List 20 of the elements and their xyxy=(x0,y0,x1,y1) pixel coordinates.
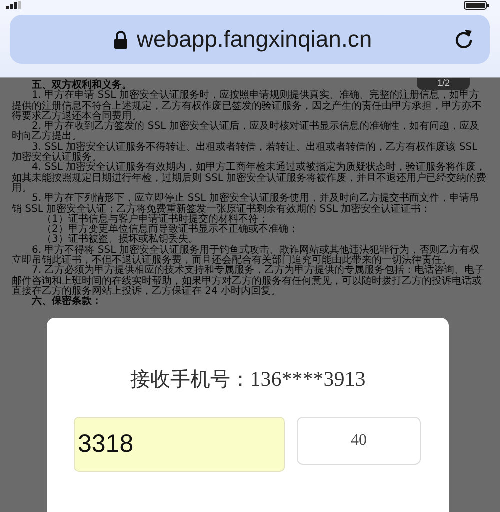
document-paragraph: （1）证书信息与客户申请证书时提交的材料不符； xyxy=(41,214,268,225)
code-input[interactable]: 3318 xyxy=(74,417,285,472)
battery-icon xyxy=(464,1,490,10)
lock-icon xyxy=(114,30,128,48)
document-paragraph: 7. 乙方必须为甲方提供相应的技术支持和专属服务，乙方为甲方提供的专属服务包括：电话咨询、电子邮件咨询和上班时间的在线实时帮助，如果甲方对乙方的服务有任何意见，可以随时拨打乙方的投诉电话或直接在乙方的服务网站上投诉，乙方保证在 24 小时内回复。 xyxy=(12,266,486,297)
countdown-button[interactable]: 40 xyxy=(297,417,421,465)
reload-icon[interactable] xyxy=(454,28,474,50)
document-paragraph: 4. SSL 加密安全认证服务有效期内，如甲方工商年检未通过或被指定为质疑状态时，验证服务将作废，如其未能按照规定日期进行年检，过期后则 SSL 加密安全认证服务将被作废，并且不退还用户已经交纳的费用。 xyxy=(12,163,488,194)
page-indicator: 1/2 xyxy=(417,78,470,90)
document-paragraph: （3）证书被盗、损坏或私钥丢失。 xyxy=(41,235,198,246)
phone-label: 接收手机号： xyxy=(130,366,250,393)
signal-icon xyxy=(6,1,22,9)
url-text: webapp.fangxinqian.cn xyxy=(136,26,372,53)
document-paragraph: 六、保密条款： xyxy=(32,297,102,308)
address-bar[interactable]: webapp.fangxinqian.cn xyxy=(10,15,490,64)
document-paragraph: 1. 甲方在申请 SSL 加密安全认证服务时，应按照申请规则提供真实、准确、完整的注册信息，如甲方提供的注册信息不符合上述规定，乙方有权作废已签发的验证服务，因之产生的责任由甲方承担，甲方亦不得要求乙方退还本合同费用。 xyxy=(12,91,483,122)
phone-number: 136****3913 xyxy=(250,367,366,392)
document-paragraph: 5. 甲方在下列情形下，应立即停止 SSL 加密安全认证服务使用，并及时向乙方提交书面文件，申请吊销 SSL 加密安全认证；乙方将免费重新签发一张原证书剩余有效期的 SSL 加密安全认证证书： xyxy=(12,194,480,215)
document-paragraph: 2. 甲方在收到乙方签发的 SSL 加密安全认证后，应及时核对证书显示信息的准确性，如有问题，应及时向乙方提出。 xyxy=(12,122,480,142)
document-paragraph: 五、双方权利和义务。 xyxy=(31,81,132,91)
